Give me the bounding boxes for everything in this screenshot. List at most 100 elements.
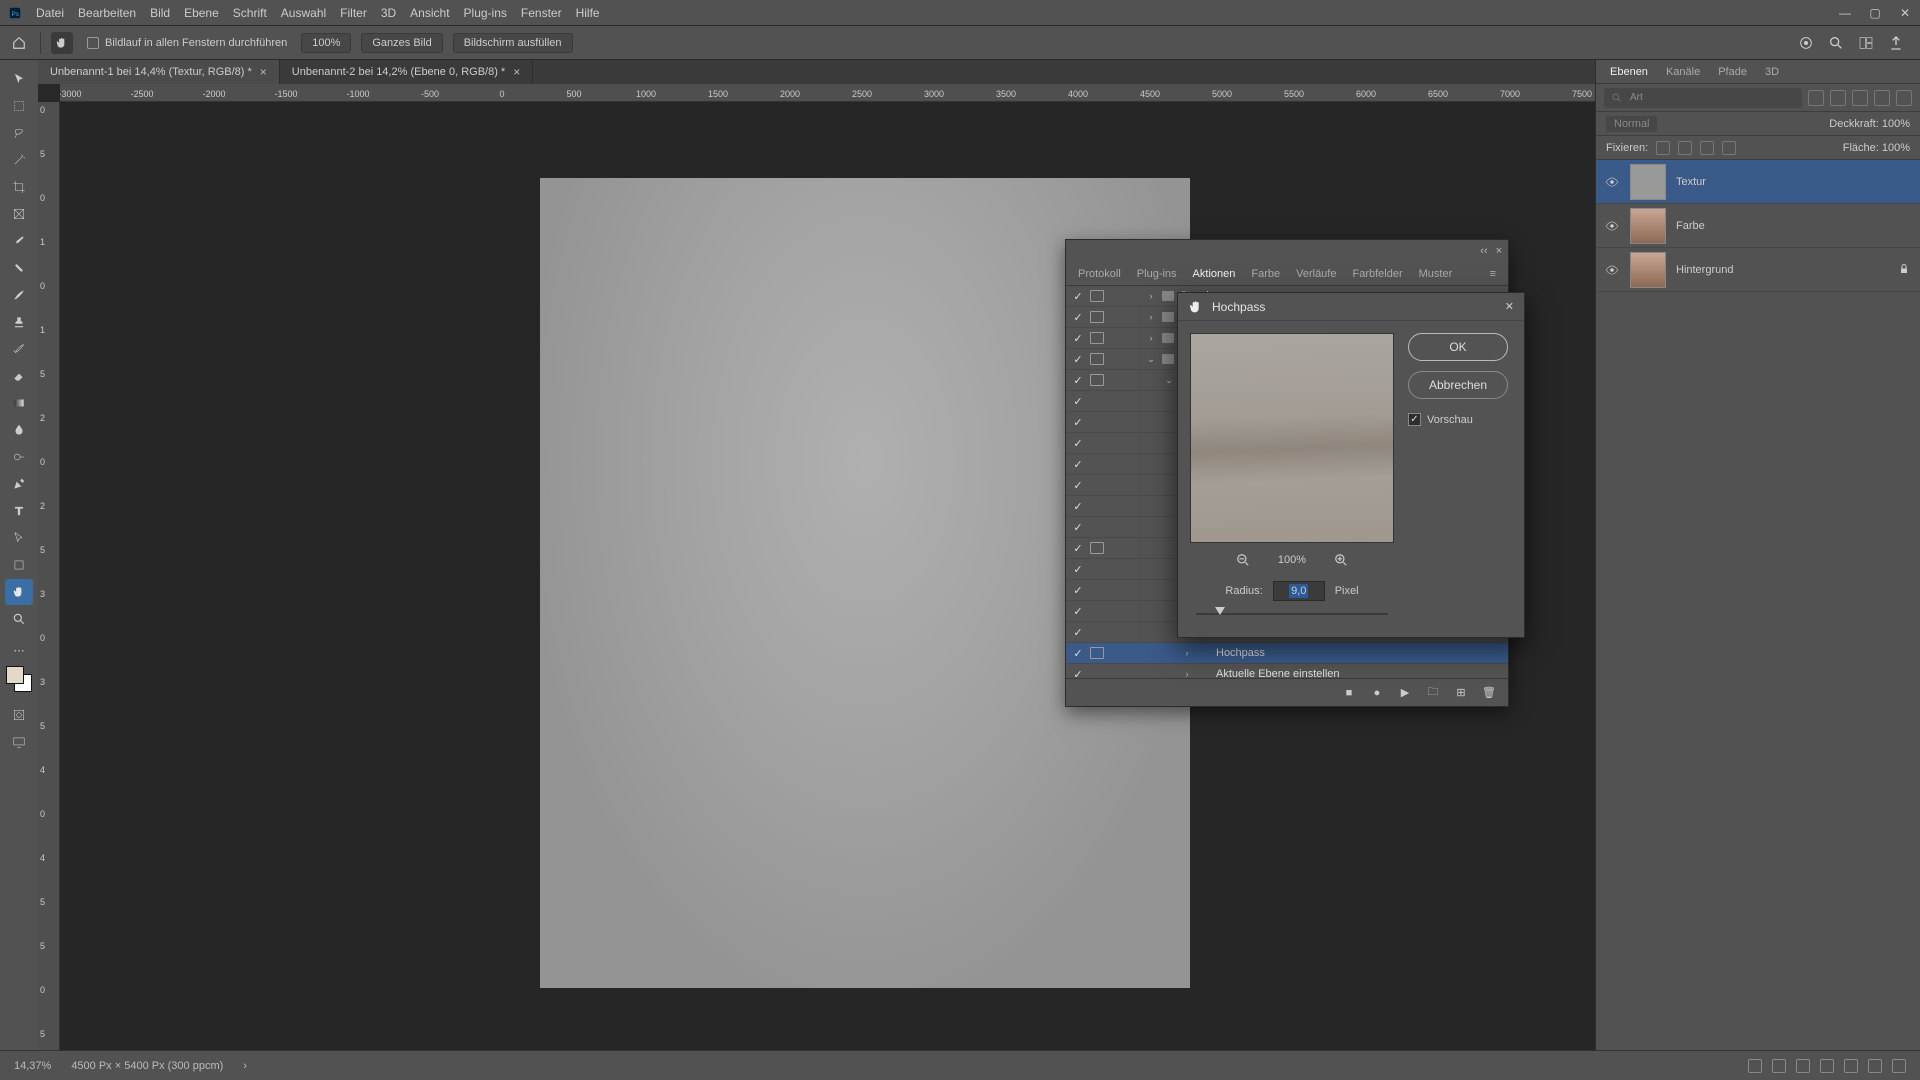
menu-auswahl[interactable]: Auswahl [281,6,326,20]
doc-tab-1[interactable]: Unbenannt-2 bei 14,2% (Ebene 0, RGB/8) *… [280,60,533,84]
menu-3d[interactable]: 3D [381,6,396,20]
adjustment-layer-icon[interactable] [1820,1059,1834,1073]
delete-layer-icon[interactable] [1892,1059,1906,1073]
lock-artboard-icon[interactable] [1700,141,1714,155]
tool-lasso[interactable] [5,120,33,146]
tab-plugins[interactable]: Plug-ins [1137,268,1177,280]
disclosure-icon[interactable]: ⌄ [1164,375,1174,386]
lock-pixels-icon[interactable] [1656,141,1670,155]
checkbox-icon[interactable] [87,37,99,49]
stop-icon[interactable]: ■ [1342,686,1356,700]
tool-path-select[interactable] [5,525,33,551]
action-check-icon[interactable]: ✓ [1072,374,1084,387]
zoom-in-icon[interactable] [1334,553,1348,567]
action-check-icon[interactable]: ✓ [1072,500,1084,513]
zoom-out-icon[interactable] [1236,553,1250,567]
action-dialog-toggle-icon[interactable] [1090,290,1104,302]
collapse-icon[interactable]: ‹‹ [1480,245,1487,257]
tool-gradient[interactable] [5,390,33,416]
status-arrow-icon[interactable]: › [243,1060,247,1072]
disclosure-icon[interactable]: › [1146,291,1156,301]
tool-shape[interactable] [5,552,33,578]
tool-stamp[interactable] [5,309,33,335]
tool-frame[interactable] [5,201,33,227]
ruler-vertical[interactable]: 0501015202530354045505 [38,102,60,1050]
menu-hilfe[interactable]: Hilfe [576,6,600,20]
action-dialog-toggle-icon[interactable] [1090,542,1104,554]
status-zoom[interactable]: 14,37% [14,1060,51,1072]
tool-wand[interactable] [5,147,33,173]
minimize-icon[interactable]: — [1838,6,1852,20]
menu-ebene[interactable]: Ebene [184,6,219,20]
zoom-100-button[interactable]: 100% [301,33,351,53]
trash-icon[interactable]: 🗑 [1482,686,1496,700]
action-check-icon[interactable]: ✓ [1072,311,1084,324]
tab-ebenen[interactable]: Ebenen [1610,66,1648,78]
new-layer-icon[interactable] [1868,1059,1882,1073]
action-check-icon[interactable]: ✓ [1072,605,1084,618]
filter-type-icon[interactable] [1852,90,1868,106]
layer-thumbnail[interactable] [1630,164,1666,200]
tab-farbe[interactable]: Farbe [1251,268,1280,280]
new-action-icon[interactable]: ⊞ [1454,686,1468,700]
tool-dodge[interactable] [5,444,33,470]
radius-input[interactable]: 9,0 [1273,581,1325,601]
layer-row[interactable]: Hintergrund [1596,248,1920,292]
action-check-icon[interactable]: ✓ [1072,458,1084,471]
layer-filter-field[interactable]: Art [1604,88,1802,108]
preview-check[interactable]: ✓ Vorschau [1408,413,1508,426]
visibility-eye-icon[interactable] [1604,174,1620,190]
tab-aktionen[interactable]: Aktionen [1193,268,1236,280]
record-icon[interactable]: ● [1370,686,1384,700]
action-check-icon[interactable]: ✓ [1072,332,1084,345]
menu-bearbeiten[interactable]: Bearbeiten [78,6,136,20]
search-icon[interactable] [1828,35,1844,51]
tool-edit-toolbar[interactable]: ⋯ [5,643,33,657]
doc-tab-0[interactable]: Unbenannt-1 bei 14,4% (Textur, RGB/8) *× [38,60,280,84]
tool-move[interactable] [5,66,33,92]
action-dialog-toggle-icon[interactable] [1090,311,1104,323]
action-check-icon[interactable]: ✓ [1072,542,1084,555]
close-tab-icon[interactable]: × [260,65,267,79]
action-check-icon[interactable]: ✓ [1072,395,1084,408]
tool-blur[interactable] [5,417,33,443]
action-dialog-toggle-icon[interactable] [1090,332,1104,344]
tool-eyedropper[interactable] [5,228,33,254]
layer-thumbnail[interactable] [1630,208,1666,244]
action-check-icon[interactable]: ✓ [1072,416,1084,429]
menu-bild[interactable]: Bild [150,6,170,20]
action-check-icon[interactable]: ✓ [1072,584,1084,597]
slider-thumb-icon[interactable] [1215,607,1225,615]
layer-thumbnail[interactable] [1630,252,1666,288]
status-dims[interactable]: 4500 Px × 5400 Px (300 ppcm) [71,1060,223,1072]
layer-name[interactable]: Hintergrund [1676,264,1733,276]
menu-ansicht[interactable]: Ansicht [410,6,449,20]
action-check-icon[interactable]: ✓ [1072,290,1084,303]
filter-adjust-icon[interactable] [1830,90,1846,106]
cloud-docs-icon[interactable] [1798,35,1814,51]
action-row[interactable]: ✓›Aktuelle Ebene einstellen [1066,664,1508,678]
screenmode-icon[interactable] [5,729,33,755]
preview-checkbox-icon[interactable]: ✓ [1408,413,1421,426]
fill-value[interactable]: 100% [1882,142,1910,154]
layer-group-icon[interactable] [1844,1059,1858,1073]
tool-type[interactable] [5,498,33,524]
close-panel-icon[interactable]: × [1496,245,1502,257]
layer-fx-icon[interactable] [1772,1059,1786,1073]
dialog-titlebar[interactable]: Hochpass ✕ [1178,293,1524,321]
play-icon[interactable]: ▶ [1398,686,1412,700]
tab-kanaele[interactable]: Kanäle [1666,66,1700,78]
visibility-eye-icon[interactable] [1604,218,1620,234]
blend-mode-select[interactable]: Normal [1606,116,1657,132]
action-row[interactable]: ✓›Hochpass [1066,643,1508,664]
fill-screen-button[interactable]: Bildschirm ausfüllen [453,33,573,53]
tool-heal[interactable] [5,255,33,281]
tab-verlaeufe[interactable]: Verläufe [1296,268,1336,280]
lock-position-icon[interactable] [1678,141,1692,155]
dialog-close-icon[interactable]: ✕ [1505,300,1514,313]
menu-filter[interactable]: Filter [340,6,367,20]
close-tab-icon[interactable]: × [513,65,520,79]
link-layers-icon[interactable] [1748,1059,1762,1073]
fg-color[interactable] [6,666,24,684]
disclosure-icon[interactable]: › [1146,312,1156,322]
